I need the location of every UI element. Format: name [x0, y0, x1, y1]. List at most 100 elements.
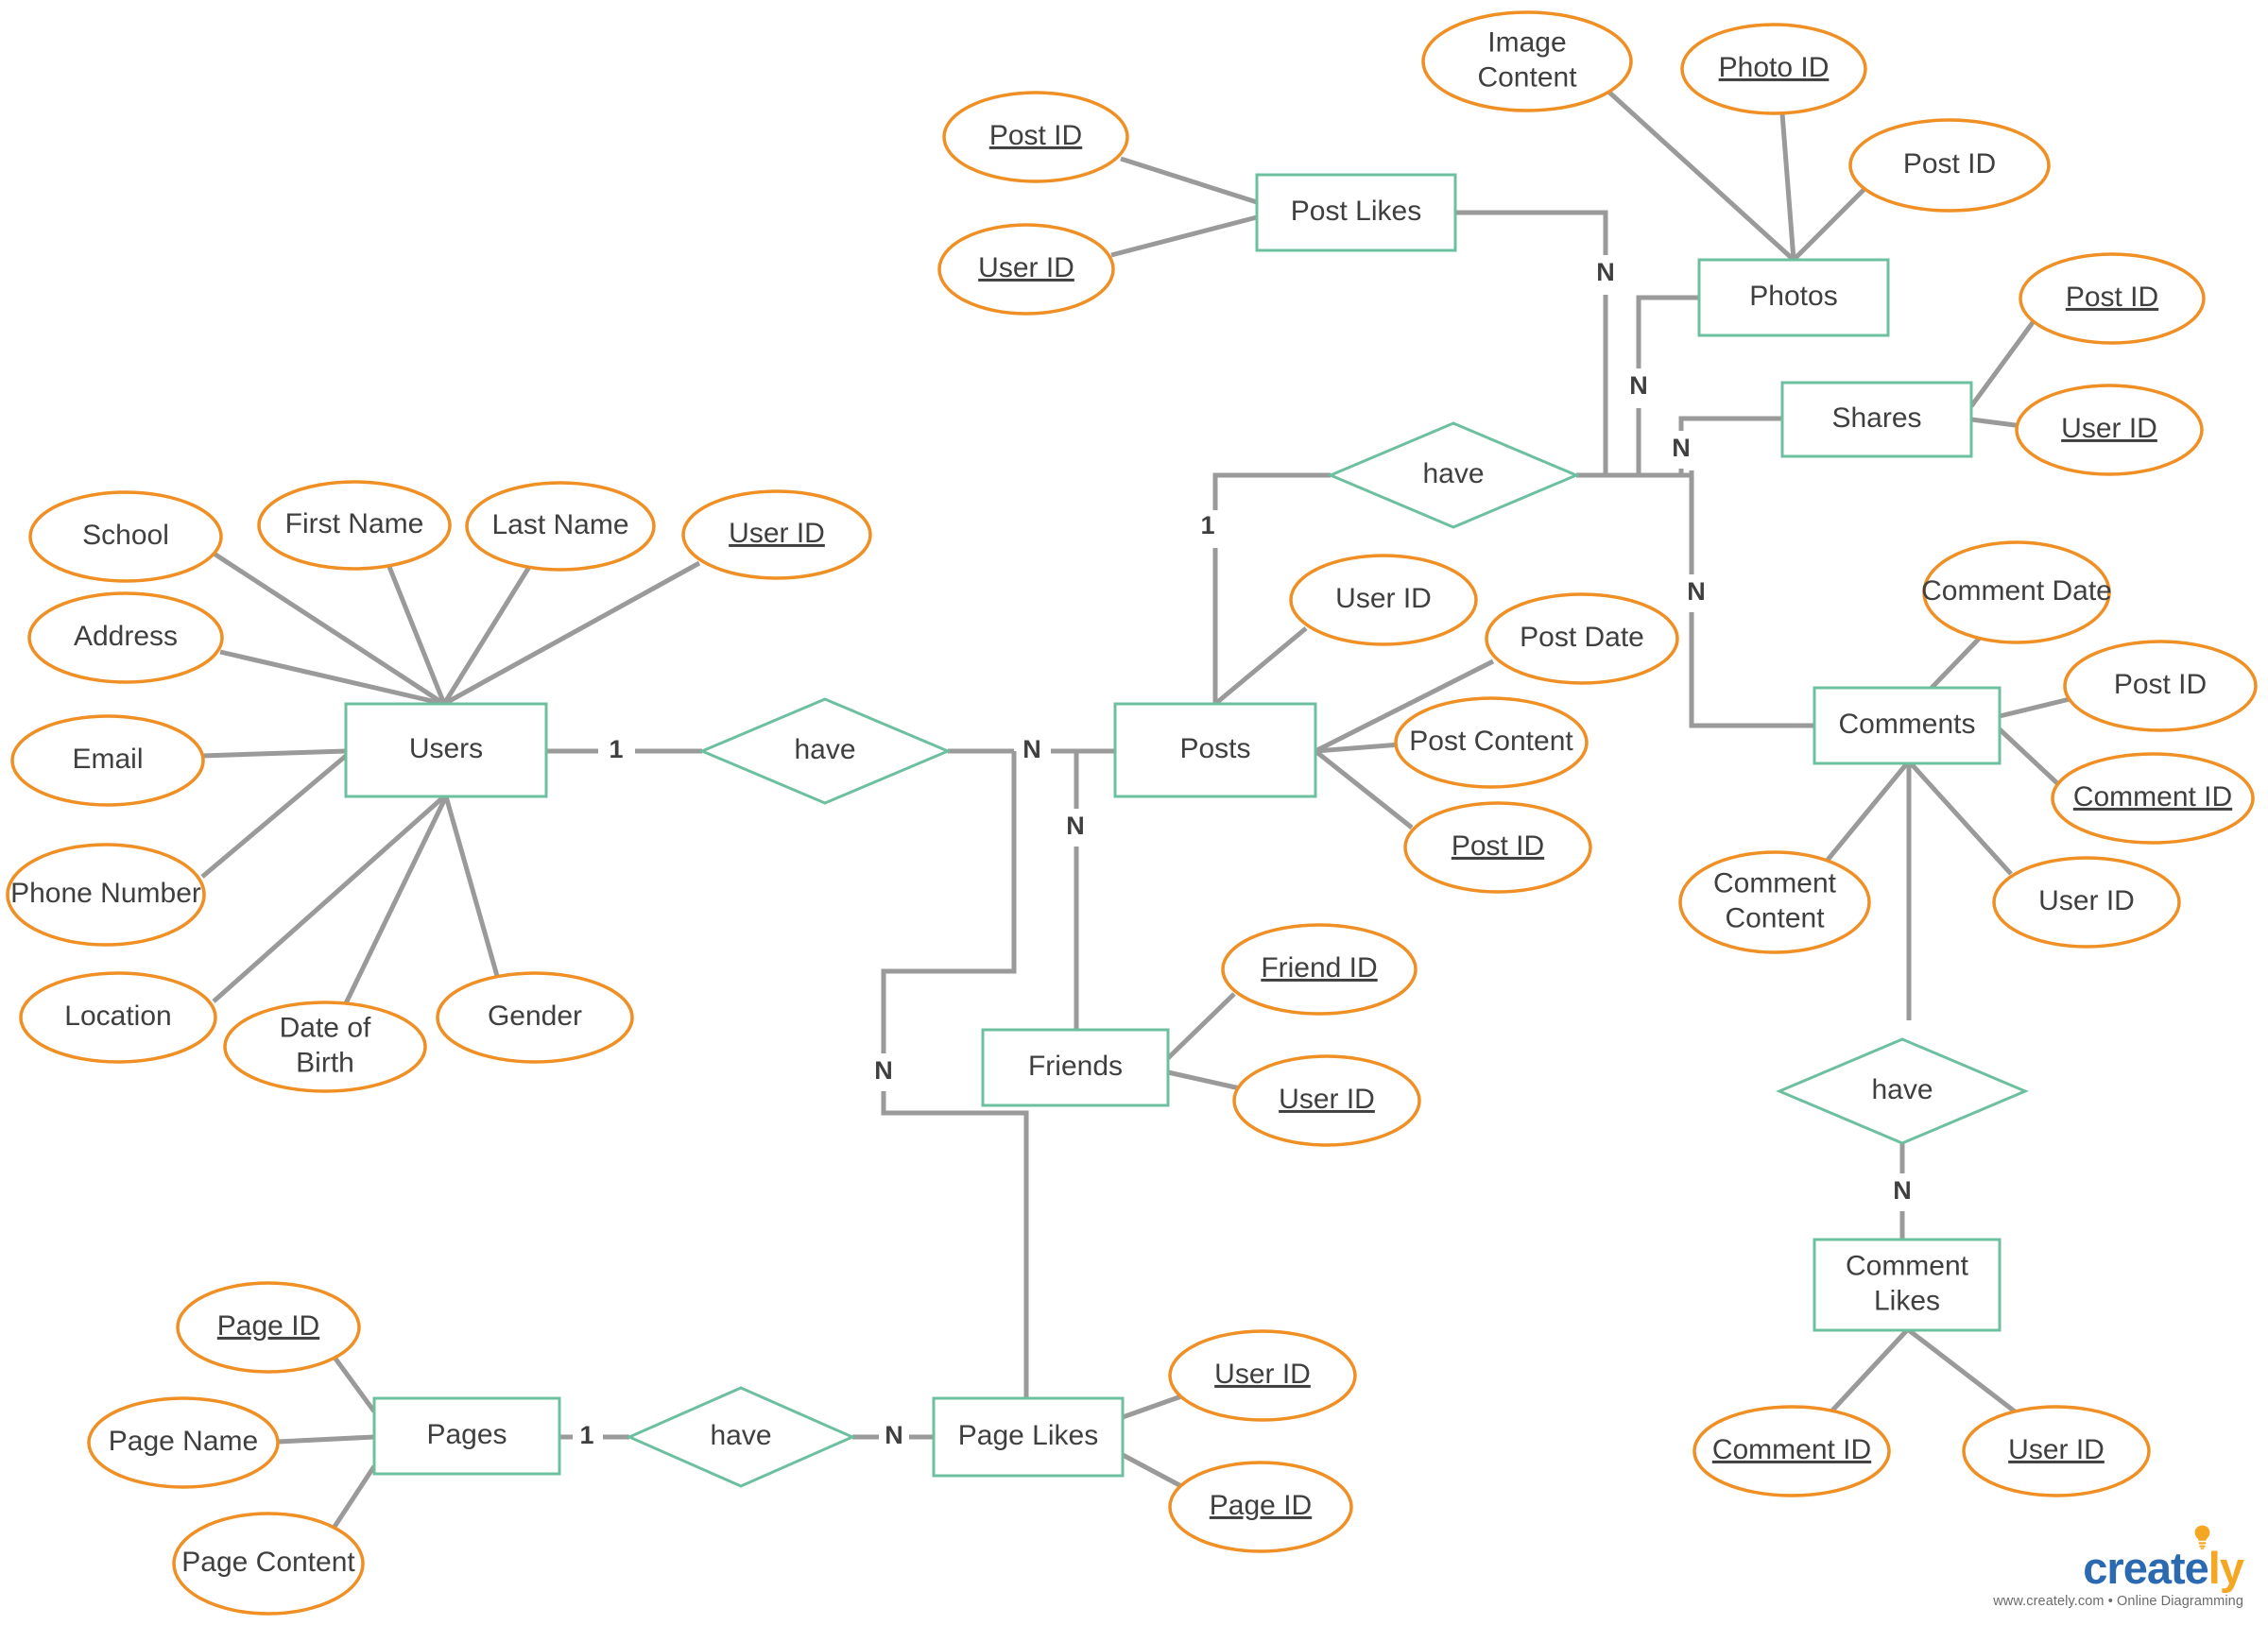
- attribute-comments-post-id[interactable]: Post ID: [2063, 640, 2258, 732]
- attribute-label: Post Content: [1409, 726, 1573, 757]
- entity-label: Users: [409, 733, 483, 764]
- attribute-label-primary-key: Page ID: [1210, 1490, 1312, 1521]
- edge-users-dateofbirth: [343, 795, 449, 1005]
- attribute-post-likes-post-id[interactable]: Post ID: [942, 91, 1129, 183]
- attribute-label: Phone Number: [10, 878, 201, 909]
- attribute-photos-photo-id[interactable]: Photo ID: [1680, 23, 1867, 115]
- attribute-page-likes-page-id[interactable]: Page ID: [1168, 1461, 1353, 1553]
- entity-page-likes[interactable]: Page Likes: [932, 1396, 1125, 1478]
- attribute-pages-page-content[interactable]: Page Content: [172, 1512, 365, 1616]
- attribute-comments-comment-id[interactable]: Comment ID: [2051, 752, 2255, 845]
- attribute-friends-friend-id[interactable]: Friend ID: [1221, 923, 1418, 1016]
- attribute-comments-user-id[interactable]: User ID: [1992, 856, 2181, 949]
- entity-friends[interactable]: Friends: [981, 1028, 1170, 1107]
- entity-label: Pages: [426, 1419, 507, 1450]
- entity-label: Photos: [1749, 281, 1837, 312]
- attribute-friends-user-id[interactable]: User ID: [1232, 1054, 1421, 1147]
- edge-postlikes-postid: [1120, 156, 1258, 205]
- relationship-users-posts[interactable]: have: [698, 697, 952, 805]
- attribute-photos-post-id[interactable]: Post ID: [1848, 118, 2051, 213]
- creately-watermark: creately www.creately.com • Online Diagr…: [1993, 1525, 2244, 1609]
- attribute-label: School: [82, 520, 169, 551]
- entity-label: Posts: [1179, 733, 1250, 764]
- attribute-users-user-id[interactable]: User ID: [681, 489, 872, 580]
- attribute-label-primary-key: Post ID: [1452, 830, 1544, 862]
- attribute-label-primary-key: User ID: [729, 518, 825, 549]
- attribute-posts-post-id[interactable]: Post ID: [1403, 801, 1592, 894]
- attribute-page-likes-user-id[interactable]: User ID: [1168, 1329, 1357, 1422]
- relationship-pages-page-likes[interactable]: have: [626, 1386, 856, 1488]
- attribute-label: User ID: [2038, 885, 2135, 916]
- edge-trunk-pagelikes-b: [881, 1091, 1029, 1398]
- attribute-users-last-name[interactable]: Last Name: [465, 481, 656, 572]
- attribute-users-gender[interactable]: Gender: [436, 971, 634, 1064]
- entity-photos[interactable]: Photos: [1697, 258, 1890, 337]
- attribute-label-primary-key: User ID: [2008, 1434, 2105, 1465]
- entity-label: Shares: [1831, 402, 1921, 434]
- relationship-comments-likes[interactable]: have: [1776, 1037, 2029, 1145]
- entity-posts[interactable]: Posts: [1113, 702, 1317, 798]
- attribute-shares-post-id[interactable]: Post ID: [2019, 252, 2206, 345]
- attribute-users-location[interactable]: Location: [19, 971, 217, 1064]
- entity-shares[interactable]: Shares: [1780, 381, 1973, 458]
- attribute-users-address[interactable]: Address: [27, 591, 224, 684]
- attribute-posts-post-content[interactable]: Post Content: [1394, 696, 1589, 789]
- edge-users-school: [211, 550, 446, 707]
- attribute-pages-page-id[interactable]: Page ID: [176, 1281, 361, 1374]
- lightbulb-icon: [2194, 1525, 2210, 1549]
- edge-posts-userid: [1213, 626, 1308, 706]
- cardinality-users-1: 1: [609, 735, 623, 763]
- attribute-comment-likes-user-id[interactable]: User ID: [1962, 1405, 2151, 1497]
- attribute-users-date-of-birth[interactable]: Date of Birth: [223, 1001, 427, 1093]
- attribute-comments-comment-content[interactable]: Comment Content: [1678, 850, 1871, 954]
- cardinality-photos-n: N: [1629, 371, 1648, 400]
- attribute-pages-page-name[interactable]: Page Name: [87, 1396, 280, 1489]
- edge-shares-postid: [1968, 319, 2036, 408]
- er-diagram-canvas: have have have have Post Likes Photos Shares U…: [0, 0, 2268, 1625]
- cardinality-post-likes-n: N: [1596, 258, 1615, 286]
- creately-brand-accent: ly: [2208, 1542, 2244, 1593]
- attribute-label: Location: [64, 1001, 171, 1032]
- edge-photos-postid: [1792, 185, 1868, 262]
- relationship-label: have: [794, 734, 855, 765]
- edge-users-address: [219, 649, 445, 707]
- edge-comments-commentdate: [1930, 633, 1984, 690]
- attribute-post-likes-user-id[interactable]: User ID: [937, 223, 1115, 316]
- edge-friends-friendid: [1166, 992, 1236, 1060]
- entity-label: Friends: [1028, 1051, 1123, 1082]
- attribute-posts-post-date[interactable]: Post Date: [1485, 592, 1679, 685]
- relationship-posts-media[interactable]: have: [1327, 421, 1580, 529]
- entity-label: Comments: [1838, 709, 1975, 740]
- attribute-label-primary-key: User ID: [978, 252, 1074, 283]
- entity-layer: Post Likes Photos Shares Users Posts Comments…: [344, 173, 2002, 1478]
- edge-comments-userid: [1909, 761, 2013, 876]
- entity-users[interactable]: Users: [344, 702, 548, 798]
- attribute-users-first-name[interactable]: First Name: [257, 480, 452, 571]
- attribute-comment-likes-comment-id[interactable]: Comment ID: [1692, 1405, 1891, 1497]
- attribute-users-school[interactable]: School: [28, 490, 223, 583]
- attribute-shares-user-id[interactable]: User ID: [2015, 384, 2204, 476]
- attribute-users-phone-number[interactable]: Phone Number: [6, 843, 206, 947]
- attribute-posts-user-id[interactable]: User ID: [1289, 554, 1478, 646]
- attribute-label-primary-key: Photo ID: [1719, 52, 1830, 83]
- attribute-label-primary-key: Post ID: [989, 120, 1082, 151]
- attribute-users-email[interactable]: Email: [10, 714, 205, 807]
- entity-comments[interactable]: Comments: [1813, 686, 2002, 765]
- edge-have2-postlikes-b: [1455, 210, 1608, 255]
- attribute-photos-image-content[interactable]: Image Content: [1421, 10, 1633, 112]
- attribute-label: Post ID: [2114, 669, 2207, 700]
- attribute-label: Post ID: [1903, 148, 1996, 180]
- edge-pagelikes-userid: [1122, 1394, 1182, 1420]
- edge-users-gender: [443, 795, 502, 984]
- entity-post-likes[interactable]: Post Likes: [1255, 173, 1457, 252]
- entity-comment-likes[interactable]: Comment Likes: [1813, 1238, 2002, 1332]
- edge-users-location: [212, 795, 446, 1003]
- edge-users-phonenumber: [200, 754, 348, 879]
- cardinality-posts-have-1: 1: [1200, 511, 1214, 539]
- attribute-comments-comment-date[interactable]: Comment Date: [1921, 540, 2112, 644]
- entity-pages[interactable]: Pages: [372, 1396, 561, 1476]
- edge-photos-imagecontent: [1605, 88, 1796, 262]
- attribute-label: Email: [72, 744, 143, 775]
- edge-have2-shares-c: [1678, 416, 1782, 431]
- er-diagram-svg: have have have have Post Likes Photos Shares U…: [6, 10, 2258, 1616]
